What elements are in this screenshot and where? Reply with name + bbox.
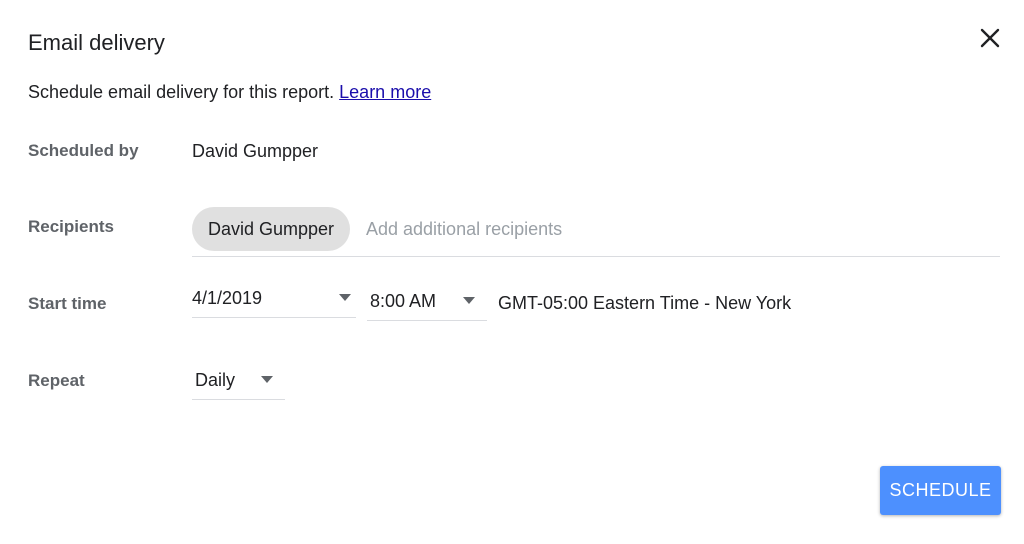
close-icon[interactable]	[976, 24, 1004, 52]
repeat-label: Repeat	[28, 371, 85, 390]
repeat-value: Daily	[195, 370, 236, 390]
repeat-select[interactable]: Daily	[192, 366, 285, 400]
recipients-label: Recipients	[28, 217, 114, 236]
scheduled-by-value: David Gumpper	[192, 141, 319, 161]
description-text: Schedule email delivery for this report.	[28, 82, 335, 102]
dialog-title: Email delivery	[28, 30, 165, 55]
start-time-label: Start time	[28, 294, 107, 313]
start-time-select[interactable]: 8:00 AM	[367, 287, 487, 321]
recipients-underline	[192, 256, 1000, 257]
start-time-value: 8:00 AM	[370, 291, 437, 311]
start-date-select[interactable]: 4/1/2019	[192, 284, 356, 318]
chevron-down-icon	[339, 294, 351, 301]
start-date-value: 4/1/2019	[192, 288, 263, 308]
add-recipients-input[interactable]	[366, 207, 986, 251]
scheduled-by-label: Scheduled by	[28, 141, 139, 160]
recipient-chip[interactable]: David Gumpper	[192, 207, 351, 251]
chevron-down-icon	[261, 376, 273, 383]
dialog-description: Schedule email delivery for this report.…	[28, 82, 431, 103]
learn-more-link[interactable]: Learn more	[339, 82, 431, 102]
timezone-text: GMT-05:00 Eastern Time - New York	[498, 293, 792, 313]
chevron-down-icon	[463, 297, 475, 304]
schedule-button[interactable]: SCHEDULE	[880, 466, 1001, 515]
